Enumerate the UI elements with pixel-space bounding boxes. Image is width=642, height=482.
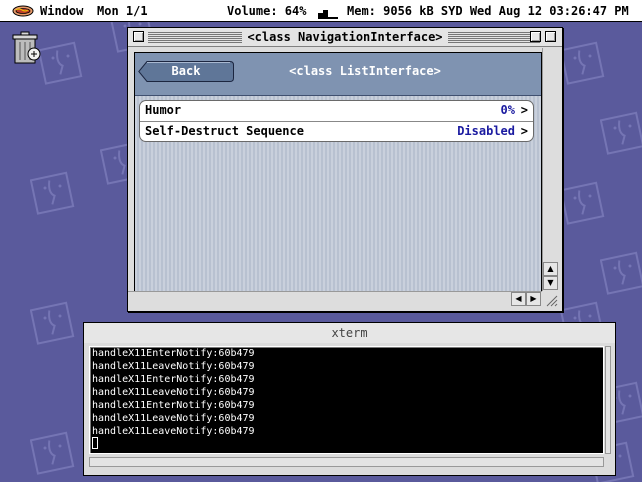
terminal-line: handleX11LeaveNotify:60b479 xyxy=(92,387,255,398)
trash-icon[interactable] xyxy=(8,30,42,66)
window-title-bar[interactable]: <class NavigationInterface> xyxy=(128,28,562,47)
window-menu[interactable]: Window xyxy=(40,4,83,18)
navigation-interface-window: <class NavigationInterface> Back <class … xyxy=(127,27,563,312)
volume-indicator[interactable]: Volume: 64% xyxy=(227,4,306,18)
scroll-right-arrow-icon[interactable]: ▶ xyxy=(526,292,541,306)
menu-bar: Window Mon 1/1 Volume: 64% Mem: 9056 kB … xyxy=(0,0,642,22)
navigation-bar: Back <class ListInterface> xyxy=(135,53,541,96)
mac-os-face-icon xyxy=(559,180,606,226)
mac-os-face-icon xyxy=(559,40,606,86)
mac-os-face-icon xyxy=(599,110,642,156)
xterm-window: xterm handleX11EnterNotify:60b479 handle… xyxy=(83,322,616,476)
chevron-right-icon: > xyxy=(520,124,528,138)
row-value: 0% xyxy=(500,103,515,117)
list-row-humor[interactable]: Humor 0% > xyxy=(140,101,533,121)
terminal-cursor xyxy=(92,437,98,449)
terminal-vertical-scrollbar[interactable] xyxy=(605,346,611,454)
scroll-down-arrow-icon[interactable]: ▼ xyxy=(543,276,558,290)
resize-grip-icon[interactable] xyxy=(544,293,558,307)
row-label: Self-Destruct Sequence xyxy=(145,124,304,138)
terminal-line: handleX11LeaveNotify:60b479 xyxy=(92,361,255,372)
row-value: Disabled xyxy=(457,124,515,138)
mac-os-face-icon xyxy=(37,40,84,86)
horizontal-scrollbar[interactable]: ◀ ▶ xyxy=(128,291,542,307)
memory-clock-status: Mem: 9056 kB SYD Wed Aug 12 03:26:47 PM xyxy=(347,4,629,18)
chevron-right-icon: > xyxy=(520,103,528,117)
hotdog-apple-icon[interactable] xyxy=(12,4,34,18)
terminal-line: handleX11EnterNotify:60b479 xyxy=(92,400,255,411)
mac-os-face-icon xyxy=(29,300,76,346)
volume-bars-icon xyxy=(318,10,338,19)
nav-title: <class ListInterface> xyxy=(289,64,441,78)
terminal-line: handleX11EnterNotify:60b479 xyxy=(92,348,255,359)
xterm-title: xterm xyxy=(331,326,368,340)
back-button-label: Back xyxy=(171,64,201,78)
list-row-self-destruct[interactable]: Self-Destruct Sequence Disabled > xyxy=(140,121,533,141)
scroll-up-arrow-icon[interactable]: ▲ xyxy=(543,262,558,276)
row-label: Humor xyxy=(145,103,182,117)
back-button[interactable]: Back xyxy=(138,61,234,82)
settings-list: Humor 0% > Self-Destruct Sequence Disabl… xyxy=(139,100,534,142)
mac-os-face-icon xyxy=(29,430,76,476)
terminal-line: handleX11LeaveNotify:60b479 xyxy=(92,426,255,437)
monitor-indicator[interactable]: Mon 1/1 xyxy=(97,4,148,18)
terminal-line: handleX11LeaveNotify:60b479 xyxy=(92,413,255,424)
window-title: <class NavigationInterface> xyxy=(242,30,448,44)
terminal-line: handleX11EnterNotify:60b479 xyxy=(92,374,255,385)
terminal-horizontal-scrollbar[interactable] xyxy=(89,457,604,467)
terminal-screen[interactable]: handleX11EnterNotify:60b479 handleX11Lea… xyxy=(89,346,604,454)
xterm-title-bar[interactable]: xterm xyxy=(84,323,615,343)
vertical-scrollbar[interactable]: ▲ ▼ xyxy=(542,48,558,291)
mac-os-face-icon xyxy=(599,250,642,296)
scroll-left-arrow-icon[interactable]: ◀ xyxy=(511,292,526,306)
mac-os-face-icon xyxy=(29,170,76,216)
list-content: Back <class ListInterface> Humor 0% > Se… xyxy=(134,52,542,292)
